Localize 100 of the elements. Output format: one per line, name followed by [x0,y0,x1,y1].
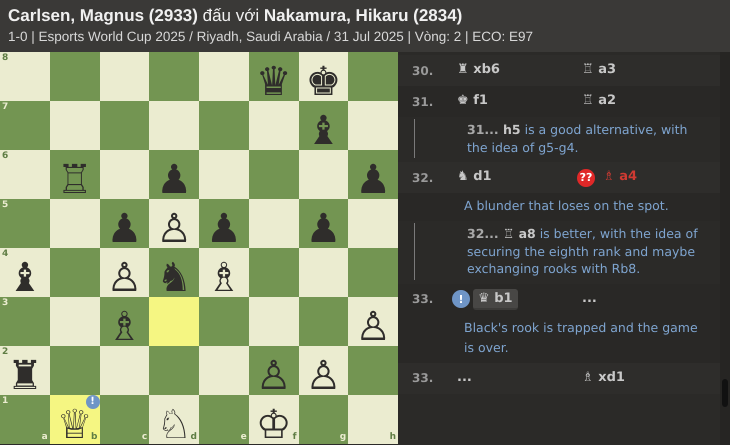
board-square[interactable] [50,101,100,150]
board-square[interactable]: 3 [0,297,50,346]
move-button[interactable]: ♜ xb6 [452,60,505,81]
board-square[interactable]: ♚ [298,52,348,101]
board-square[interactable] [149,101,199,150]
chess-piece[interactable]: ♟ [355,164,392,196]
board-square[interactable] [248,150,298,199]
board-square[interactable] [100,52,150,101]
board-square[interactable] [348,346,398,395]
move-button[interactable]: ♗ xd1 [577,368,630,388]
board-square[interactable]: ♙ [348,297,398,346]
board-square[interactable]: 6 [0,150,50,199]
board-square[interactable]: ♙ [149,199,199,248]
board-square[interactable]: ♟ [149,150,199,199]
board-square[interactable] [50,52,100,101]
board-square[interactable] [348,101,398,150]
board-square[interactable]: 7 [0,101,50,150]
board-square[interactable]: ♙ [248,346,298,395]
board-square[interactable]: f ♔ [248,395,298,444]
chess-piece[interactable]: ♔ [256,409,292,441]
board-square[interactable]: 1 a [0,395,50,444]
board-square[interactable] [199,297,249,346]
move-button[interactable]: ... [452,368,477,388]
board-square[interactable] [298,248,348,297]
board-square[interactable] [50,199,100,248]
board-square[interactable] [100,150,150,199]
board-square[interactable] [248,248,298,297]
board-square[interactable] [348,52,398,101]
chess-piece[interactable]: ♚ [305,66,342,98]
board-square[interactable]: ♟ [298,199,348,248]
board-square[interactable]: d ♘ [149,395,199,444]
board-square[interactable] [199,101,249,150]
move-button[interactable]: ♛ b1 [473,288,518,310]
chess-piece[interactable]: ♟ [156,164,192,196]
move-button[interactable]: ♚ f1 [452,91,493,112]
variation-comment: 31... h5 is a good alternative, with the idea of g5-g4. [467,121,688,156]
board-square[interactable] [50,297,100,346]
board-square[interactable] [149,52,199,101]
move-number: 33. [412,292,434,306]
board-square[interactable] [100,101,150,150]
board-square[interactable] [50,346,100,395]
move-button[interactable]: ♖ a2 [577,91,622,112]
board-square[interactable]: ♟ [199,199,249,248]
chess-piece[interactable]: ♗ [106,311,142,343]
annotation-badge: ?? [577,168,595,186]
chess-piece[interactable]: ♟ [206,213,242,245]
board-square[interactable] [248,297,298,346]
chess-piece[interactable]: ♙ [355,311,392,343]
chess-piece[interactable]: ♙ [256,360,292,392]
board-square[interactable]: h [348,395,398,444]
board-square[interactable]: ♞ [149,248,199,297]
chess-piece[interactable]: ♟ [106,213,142,245]
chess-piece[interactable]: ♟ [305,213,342,245]
highlighted-square[interactable]: b ♕! [50,395,100,444]
file-label: f [292,433,296,442]
board-square[interactable]: ♙ [298,346,348,395]
chess-piece[interactable]: ♕ [56,409,93,441]
highlighted-square[interactable] [149,297,199,346]
chess-piece[interactable]: ♙ [156,213,192,245]
chess-piece[interactable]: ♞ [156,262,192,294]
annotation-badge: ! [86,395,100,409]
board-square[interactable]: e [199,395,249,444]
chess-piece[interactable]: ♜ [6,360,43,392]
board-square[interactable]: ♗ [199,248,249,297]
board-square[interactable]: 8 [0,52,50,101]
board-square[interactable] [348,248,398,297]
board-square[interactable] [248,101,298,150]
chess-piece[interactable]: ♖ [56,164,93,196]
board-square[interactable] [50,248,100,297]
board-square[interactable] [199,346,249,395]
chess-piece[interactable]: ♝ [305,115,342,147]
board-square[interactable]: ♖ [50,150,100,199]
board-square[interactable]: ♗ [100,297,150,346]
chess-piece[interactable]: ♝ [6,262,43,294]
board-square[interactable] [199,52,249,101]
board-square[interactable]: 5 [0,199,50,248]
board-square[interactable]: ♟ [348,150,398,199]
chess-piece[interactable]: ♙ [305,360,342,392]
board-square[interactable]: ♟ [100,199,150,248]
chess-piece[interactable]: ♛ [256,66,292,98]
board-square[interactable]: g [298,395,348,444]
board-square[interactable] [298,297,348,346]
chess-piece[interactable]: ♘ [156,409,192,441]
move-button[interactable]: ♖ a3 [577,60,622,81]
board-square[interactable] [149,346,199,395]
board-square[interactable] [100,346,150,395]
board-square[interactable]: ♙ [100,248,150,297]
rank-label: 2 [2,348,8,357]
board-square[interactable] [248,199,298,248]
board-square[interactable]: c [100,395,150,444]
move-button[interactable]: ♗ a4 [598,167,642,188]
board-square[interactable] [298,150,348,199]
board-square[interactable] [348,199,398,248]
board-square[interactable]: ♝ [298,101,348,150]
chess-piece[interactable]: ♗ [206,262,242,294]
move-button[interactable]: ♞ d1 [452,167,497,188]
move-button[interactable]: ... [577,288,602,310]
board-square[interactable] [199,150,249,199]
chess-piece[interactable]: ♙ [106,262,142,294]
board-square[interactable]: ♛ [248,52,298,101]
